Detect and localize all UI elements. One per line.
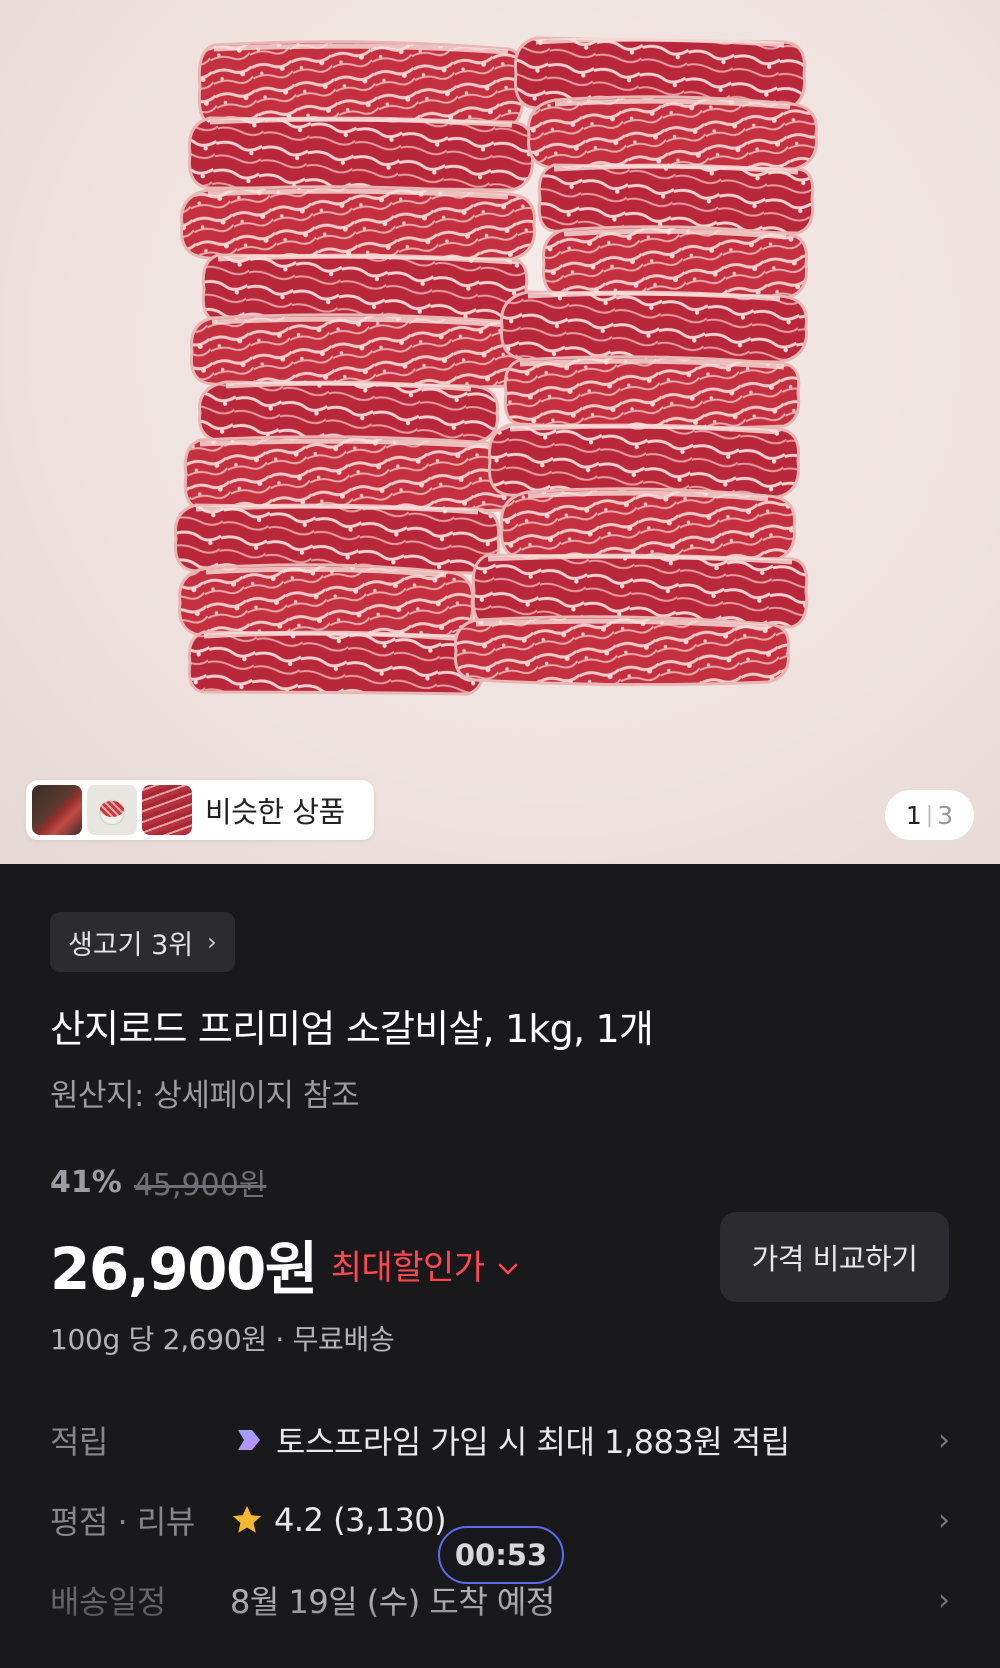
category-rank-chip[interactable]: 생고기 3위 › bbox=[50, 912, 235, 972]
rank-label: 생고기 3위 bbox=[68, 929, 194, 961]
image-pager: 1 | 3 bbox=[885, 790, 974, 840]
product-image[interactable]: 비슷한 상품 1 | 3 bbox=[0, 0, 1000, 864]
rating-value: 4.2 (3,130) bbox=[274, 1501, 447, 1539]
max-discount-toggle[interactable]: 최대할인가 bbox=[331, 1240, 519, 1289]
price-compare-button[interactable]: 가격 비교하기 bbox=[720, 1212, 949, 1302]
reward-row[interactable]: 적립 토스프라임 가입 시 최대 1,883원 적립 › bbox=[50, 1410, 950, 1470]
similar-products-label: 비슷한 상품 bbox=[205, 795, 345, 829]
toss-prime-icon bbox=[230, 1425, 266, 1455]
original-price: 45,900원 bbox=[133, 1168, 267, 1203]
sale-price: 26,900원 bbox=[50, 1235, 318, 1303]
chevron-right-icon: › bbox=[938, 1422, 950, 1458]
pager-total: 3 bbox=[937, 800, 954, 830]
meat-photo bbox=[173, 36, 818, 696]
product-origin: 원산지: 상세페이지 참조 bbox=[50, 1078, 359, 1114]
reward-value: 토스프라임 가입 시 최대 1,883원 적립 bbox=[276, 1423, 790, 1461]
recording-timer: 00:53 bbox=[438, 1526, 564, 1584]
product-title: 산지로드 프리미엄 소갈비살, 1kg, 1개 bbox=[50, 1007, 654, 1051]
max-discount-label: 최대할인가 bbox=[330, 1247, 485, 1288]
rating-label: 평점 · 리뷰 bbox=[50, 1503, 195, 1541]
discount-row: 41% 45,900원 bbox=[50, 1160, 266, 1204]
similar-thumb-2 bbox=[87, 785, 137, 835]
star-icon bbox=[230, 1503, 264, 1537]
pager-separator: | bbox=[925, 802, 934, 828]
chevron-down-icon bbox=[497, 1257, 519, 1282]
chevron-right-icon: › bbox=[207, 928, 217, 956]
price-row: 26,900원 최대할인가 bbox=[50, 1222, 519, 1306]
discount-rate: 41% bbox=[50, 1164, 122, 1200]
similar-thumb-3 bbox=[142, 785, 192, 835]
similar-thumb-1 bbox=[32, 785, 82, 835]
bottom-fade bbox=[0, 1600, 1000, 1668]
unit-price-shipping: 100g 당 2,690원 · 무료배송 bbox=[50, 1323, 395, 1356]
chevron-right-icon: › bbox=[938, 1502, 950, 1538]
reward-label: 적립 bbox=[50, 1423, 108, 1461]
pager-current: 1 bbox=[905, 800, 922, 830]
similar-products-button[interactable]: 비슷한 상품 bbox=[26, 780, 374, 840]
